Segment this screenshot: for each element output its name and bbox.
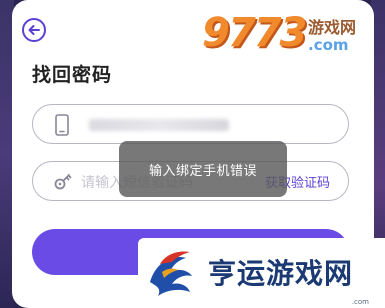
phone-icon [55,114,69,136]
back-arrow-icon [28,25,40,35]
site-logo-watermark: 亨运游戏网 .com [138,238,385,308]
phone-number-value [89,119,229,131]
page-title: 找回密码 [32,64,113,86]
watermark-9773: 9773 游戏网 .com [202,10,374,64]
site-logo-text: 亨运游戏网 [208,257,354,290]
watermark-domain: .com [308,36,349,54]
watermark-text: 游戏网 [308,14,357,38]
dragon-logo-icon [150,251,192,296]
site-logo-domain: .com [351,298,369,306]
back-button[interactable] [22,18,46,42]
phone-input[interactable] [32,104,349,144]
watermark-number: 9773 [202,10,307,56]
error-toast: 输入绑定手机错误 [119,141,287,197]
key-icon [54,174,72,190]
